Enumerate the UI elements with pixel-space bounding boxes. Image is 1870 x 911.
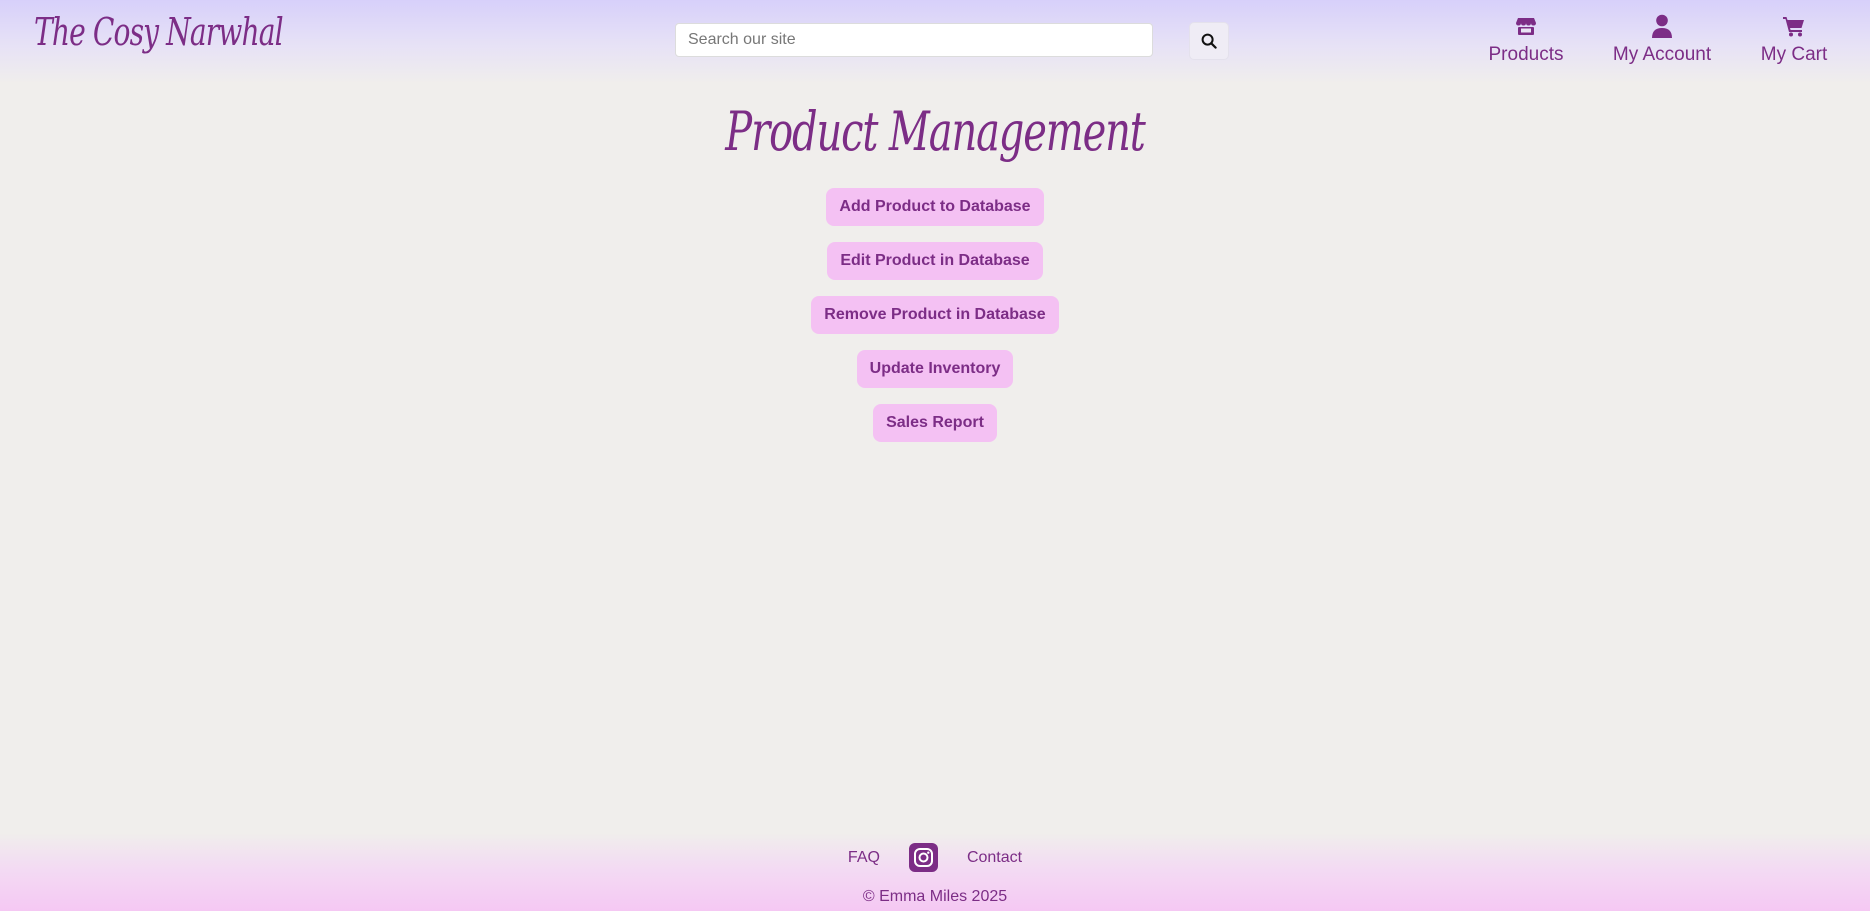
nav-products-label: Products [1488,44,1564,65]
search-button[interactable] [1189,22,1229,60]
copyright-text: © Emma Miles 2025 [862,888,1008,905]
nav-products[interactable]: Products [1488,14,1564,66]
nav-my-cart-label: My Cart [1760,44,1828,65]
user-icon [1651,14,1673,38]
instagram-icon[interactable] [908,843,938,872]
update-inventory-button[interactable]: Update Inventory [856,350,1014,388]
site-footer: FAQ Contact © Emma Miles 2025 [0,833,1870,911]
footer-links: FAQ Contact [0,843,1870,872]
footer-link-faq[interactable]: FAQ [848,849,880,867]
sales-report-button[interactable]: Sales Report [873,404,997,442]
search-icon [1201,33,1217,49]
site-logo[interactable]: The Cosy Narwhal [34,10,284,54]
page-title: Product Management [725,100,1146,163]
remove-product-button[interactable]: Remove Product in Database [811,296,1059,334]
edit-product-button[interactable]: Edit Product in Database [827,242,1043,280]
add-product-button[interactable]: Add Product to Database [826,188,1044,226]
nav-my-account[interactable]: My Account [1611,14,1713,66]
nav-my-cart[interactable]: My Cart [1760,14,1828,66]
product-actions: Add Product to Database Edit Product in … [0,188,1870,458]
store-icon [1515,14,1537,38]
nav-my-account-label: My Account [1612,44,1712,65]
cart-icon [1782,14,1806,38]
site-header: The Cosy Narwhal Products My Account [0,0,1870,84]
footer-link-contact[interactable]: Contact [967,849,1022,867]
search-input[interactable] [675,23,1153,57]
